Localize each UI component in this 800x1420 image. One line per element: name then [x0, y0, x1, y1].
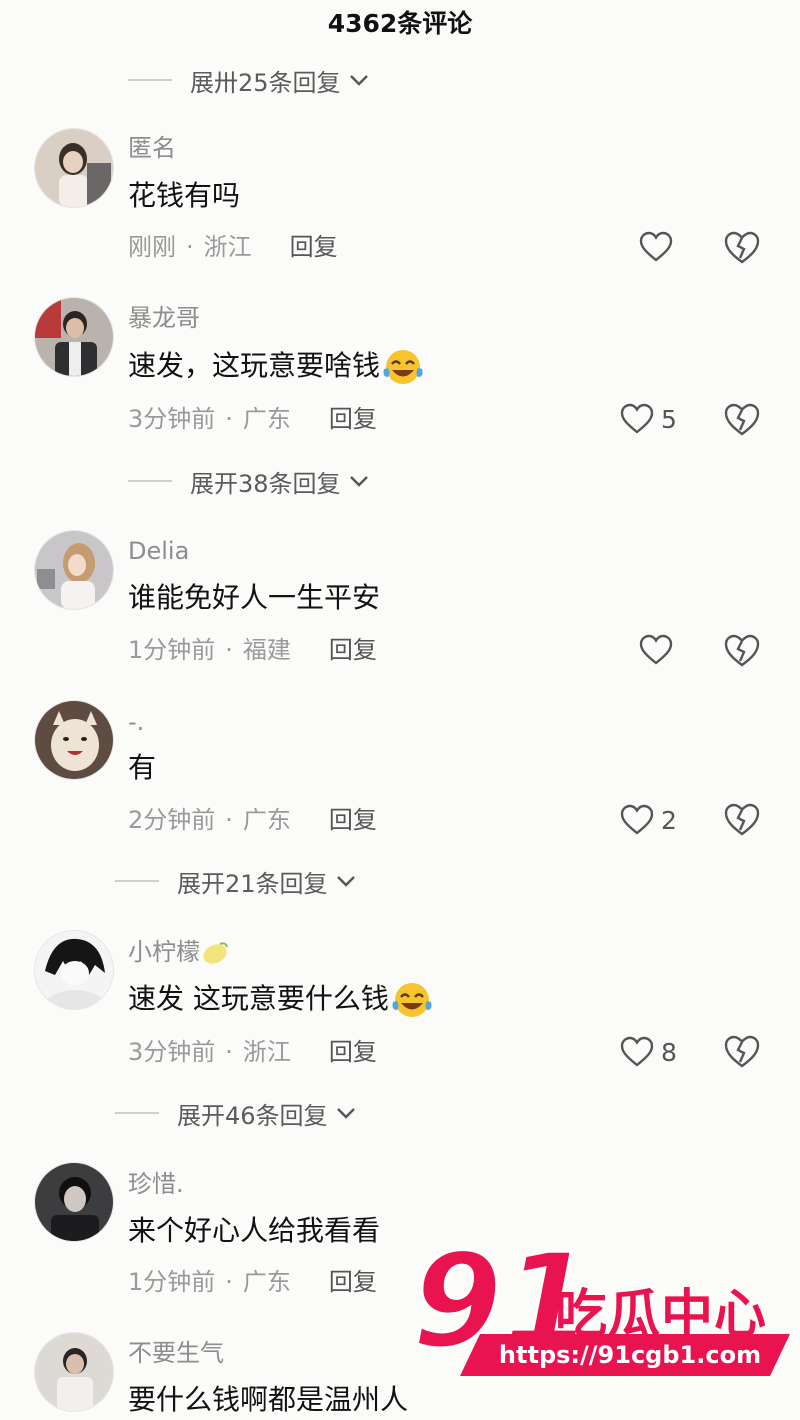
- comment-text-content: 速发，这玩意要啥钱: [128, 349, 381, 382]
- expand-replies-button[interactable]: 展开46条回复: [115, 1096, 356, 1130]
- heart-outline-icon: [620, 804, 654, 835]
- like-button[interactable]: [638, 227, 674, 267]
- comment-meta: 3分钟前 · 浙江 回复: [128, 1035, 377, 1069]
- broken-heart-icon[interactable]: [722, 228, 762, 268]
- avatar[interactable]: [34, 297, 114, 377]
- expand-replies-label: 展开46条回复: [177, 1101, 328, 1130]
- comment-username[interactable]: 珍惜.: [128, 1168, 184, 1200]
- laughing-tears-emoji-icon: [392, 983, 432, 1017]
- comment-text: 速发 这玩意要什么钱: [128, 979, 435, 1019]
- heart-outline-icon: [620, 403, 654, 434]
- comment-text: 要什么钱啊都是温州人: [128, 1383, 409, 1416]
- comment-username[interactable]: -.: [128, 706, 144, 738]
- comment-time: 1分钟前: [128, 1268, 216, 1296]
- chevron-down-icon: [349, 75, 368, 86]
- comment-count-title: 4362条评论: [327, 9, 473, 38]
- reply-button[interactable]: 回复: [329, 803, 377, 837]
- comment-region: 广东: [242, 405, 291, 433]
- reply-button[interactable]: 回复: [329, 1265, 377, 1299]
- chevron-down-icon: [349, 476, 368, 487]
- comment-text: 速发，这玩意要啥钱: [128, 346, 426, 386]
- comment-region: 浙江: [242, 1038, 291, 1066]
- comment-meta: 2分钟前 · 广东 回复: [128, 803, 377, 837]
- expand-replies-button[interactable]: 展开38条回复: [128, 464, 369, 498]
- like-count: 5: [661, 404, 677, 434]
- heart-outline-icon: [620, 1036, 654, 1067]
- like-button[interactable]: 2: [619, 800, 677, 840]
- lemon-icon: [203, 942, 228, 964]
- broken-heart-icon[interactable]: [722, 631, 762, 671]
- comment-username[interactable]: 暴龙哥: [128, 302, 200, 334]
- avatar[interactable]: [34, 530, 114, 610]
- comment-meta: 1分钟前 · 福建 回复: [128, 633, 377, 667]
- broken-heart-icon[interactable]: [722, 400, 762, 440]
- meta-separator: ·: [225, 1038, 233, 1066]
- divider: [128, 79, 172, 81]
- expand-replies-label: 展卅25条回复: [190, 68, 341, 97]
- heart-outline-icon: [639, 231, 673, 262]
- comment-time: 1分钟前: [128, 636, 216, 664]
- meta-separator: ·: [225, 1268, 233, 1296]
- chevron-down-icon: [336, 1108, 355, 1119]
- comment-text-content: 速发 这玩意要什么钱: [128, 982, 389, 1015]
- meta-separator: ·: [186, 233, 194, 261]
- watermark-url: https://91cgb1.com: [498, 1341, 762, 1369]
- meta-separator: ·: [225, 636, 233, 664]
- comment-username[interactable]: 不要生气: [128, 1337, 224, 1369]
- comment-meta: 1分钟前 · 广东 回复: [128, 1265, 377, 1299]
- comment-region: 广东: [242, 1268, 291, 1296]
- like-button[interactable]: 5: [619, 399, 677, 439]
- expand-replies-button[interactable]: 展开21条回复: [115, 864, 356, 898]
- avatar[interactable]: [34, 930, 114, 1010]
- comment-text: 来个好心人给我看看: [128, 1214, 381, 1247]
- like-button[interactable]: 8: [619, 1032, 677, 1072]
- comment-username[interactable]: 小柠檬: [128, 936, 230, 968]
- divider: [115, 1112, 159, 1114]
- avatar[interactable]: [34, 1332, 114, 1412]
- meta-separator: ·: [225, 806, 233, 834]
- comment-time: 3分钟前: [128, 1038, 216, 1066]
- comment-time: 刚刚: [128, 233, 176, 261]
- comment-region: 浙江: [203, 233, 252, 261]
- avatar[interactable]: [34, 700, 114, 780]
- laughing-tears-emoji-icon: [383, 350, 423, 384]
- comment-text: 谁能免好人一生平安: [128, 581, 381, 614]
- like-button[interactable]: [638, 630, 674, 670]
- reply-button[interactable]: 回复: [329, 1035, 377, 1069]
- expand-replies-label: 展开38条回复: [190, 469, 341, 498]
- avatar[interactable]: [34, 1162, 114, 1242]
- divider: [115, 880, 159, 882]
- comment-time: 2分钟前: [128, 806, 216, 834]
- meta-separator: ·: [225, 405, 233, 433]
- divider: [128, 480, 172, 482]
- broken-heart-icon[interactable]: [722, 800, 762, 840]
- expand-replies-label: 展开21条回复: [177, 869, 328, 898]
- expand-replies-button[interactable]: 展卅25条回复: [128, 63, 369, 97]
- comment-meta: 刚刚 · 浙江 回复: [128, 230, 338, 264]
- like-count: 2: [661, 805, 677, 835]
- broken-heart-icon[interactable]: [722, 1032, 762, 1072]
- comment-username-text: 小柠檬: [128, 938, 200, 966]
- reply-button[interactable]: 回复: [329, 633, 377, 667]
- comment-username[interactable]: 匿名: [128, 132, 176, 164]
- heart-outline-icon: [639, 634, 673, 665]
- comment-region: 福建: [242, 636, 291, 664]
- comment-region: 广东: [242, 806, 291, 834]
- reply-button[interactable]: 回复: [329, 402, 377, 436]
- comment-meta: 3分钟前 · 广东 回复: [128, 402, 377, 436]
- comment-time: 3分钟前: [128, 405, 216, 433]
- avatar[interactable]: [34, 128, 114, 208]
- reply-button[interactable]: 回复: [290, 230, 338, 264]
- comment-text: 花钱有吗: [128, 179, 241, 212]
- like-count: 8: [661, 1037, 677, 1067]
- chevron-down-icon: [336, 876, 355, 887]
- comment-text: 有: [128, 751, 157, 784]
- comment-username[interactable]: Delia: [128, 535, 189, 567]
